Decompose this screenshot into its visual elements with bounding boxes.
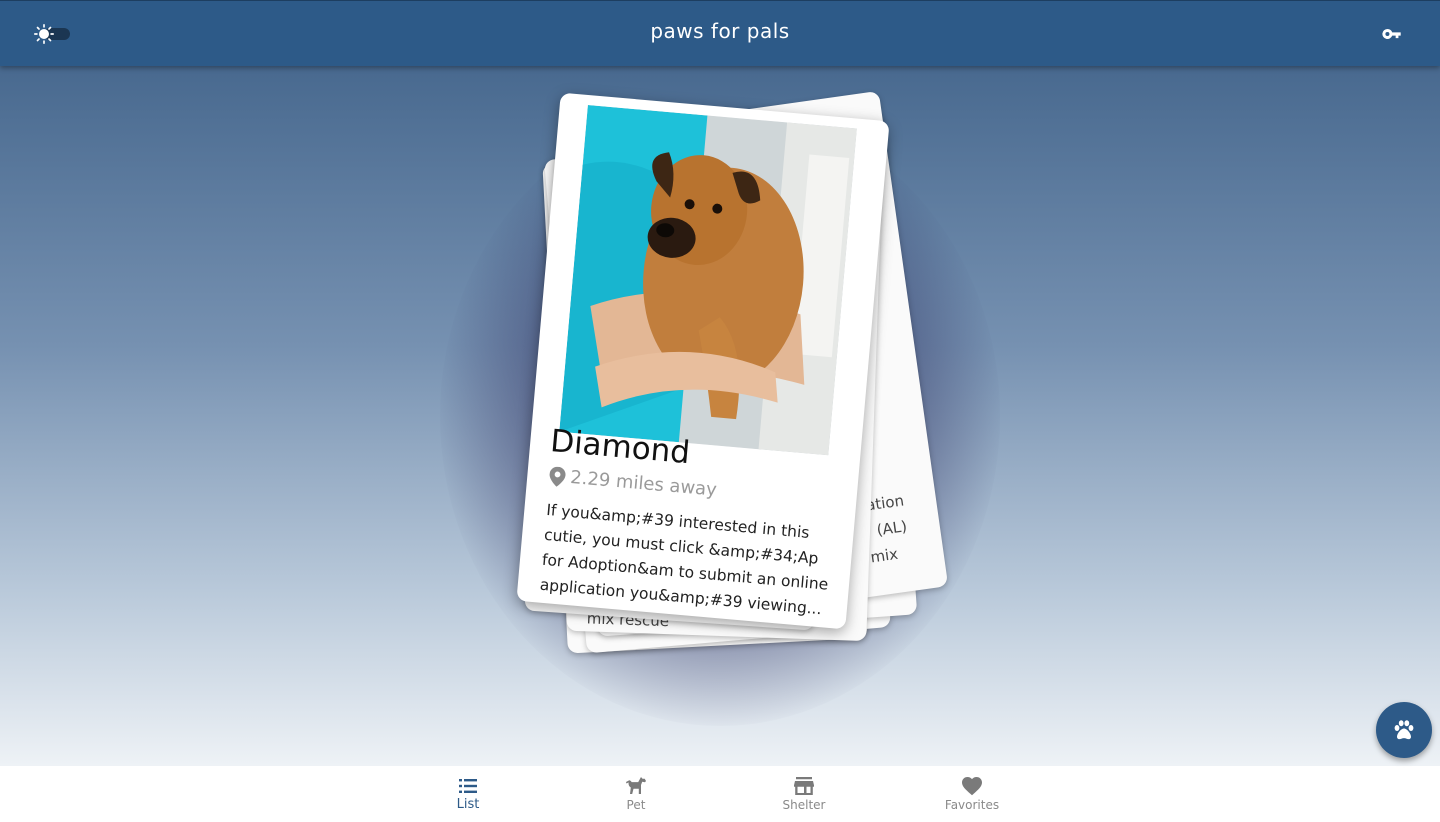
distance-label: 2.29 miles away — [569, 466, 718, 501]
location-pin-icon — [549, 466, 566, 487]
dog-photo-illustration — [559, 104, 857, 456]
paw-fab-button[interactable] — [1376, 702, 1432, 758]
pet-photo — [559, 104, 857, 456]
heart-icon — [962, 777, 982, 796]
nav-label-favorites: Favorites — [944, 798, 1000, 812]
dog-icon — [626, 777, 646, 794]
nav-item-shelter[interactable]: Shelter — [720, 766, 888, 822]
nav-label-list: List — [456, 797, 480, 812]
list-icon — [459, 779, 477, 793]
app-title: paws for pals — [650, 19, 790, 43]
app-bar: paws for pals — [0, 0, 1440, 66]
nav-item-favorites[interactable]: Favorites — [888, 766, 1056, 822]
nav-item-pet[interactable]: Pet — [552, 766, 720, 822]
bottom-navigation: List Pet Shelter Favorites — [0, 766, 1440, 822]
pet-card[interactable]: Diamond 2.29 miles away If you&amp;#39 i… — [516, 92, 890, 630]
nav-label-pet: Pet — [626, 798, 646, 812]
main-content: ation (AL) mix mix rescue rescu — [0, 66, 1440, 766]
nav-item-list[interactable]: List — [384, 766, 552, 822]
key-icon[interactable] — [1380, 23, 1404, 45]
paw-icon — [1394, 720, 1414, 740]
background-card-snippet: mix — [869, 544, 900, 567]
background-card-snippet: (AL) — [875, 517, 909, 540]
store-icon — [794, 777, 814, 795]
nav-label-shelter: Shelter — [782, 798, 826, 812]
pet-distance: 2.29 miles away — [549, 465, 718, 501]
